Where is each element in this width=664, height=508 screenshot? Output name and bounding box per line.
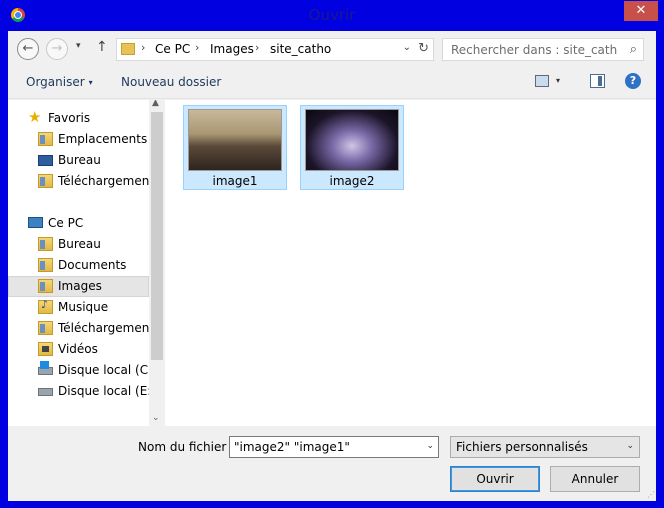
cancel-button[interactable]: Annuler xyxy=(550,466,640,492)
filetype-select[interactable]: Fichiers personnalisés ⌄ xyxy=(450,436,640,458)
sidebar-item-favorites[interactable]: ★ Favoris xyxy=(8,108,149,129)
scroll-up-icon[interactable]: ▲ xyxy=(152,100,159,108)
chevron-down-icon: ▾ xyxy=(88,78,93,87)
sidebar-item-desktop-folder[interactable]: Bureau xyxy=(8,234,149,255)
dialog-footer: Nom du fichier : ⌄ Fichiers personnalisé… xyxy=(8,426,656,501)
back-button[interactable]: ← xyxy=(17,38,39,60)
sidebar-item-drive-e[interactable]: Disque local (E:) xyxy=(8,381,149,402)
sidebar-item-desktop[interactable]: Bureau xyxy=(8,150,149,171)
sidebar-item-images[interactable]: Images xyxy=(8,276,149,297)
view-options-chevron-icon[interactable]: ▾ xyxy=(556,76,560,85)
recent-locations-button[interactable]: ▾ xyxy=(76,41,81,51)
sidebar-item-label: Vidéos xyxy=(58,342,98,356)
sidebar-item-label: Favoris xyxy=(48,111,91,125)
change-view-icon[interactable] xyxy=(535,75,549,87)
search-icon[interactable]: ⌕ xyxy=(630,42,637,57)
sidebar-item-label: Bureau xyxy=(58,153,101,167)
navigation-pane: ★ Favoris Emplacements récents Bureau Té… xyxy=(8,100,165,426)
image-thumbnail xyxy=(305,109,399,171)
documents-icon xyxy=(38,258,53,272)
file-list[interactable]: image1 image2 xyxy=(165,100,656,426)
sidebar-item-label: Téléchargements xyxy=(58,321,149,335)
computer-icon xyxy=(28,217,43,228)
file-item-image2[interactable]: image2 xyxy=(300,105,404,190)
breadcrumb-images[interactable]: Images xyxy=(210,42,254,56)
sidebar-item-music[interactable]: Musique xyxy=(8,297,149,318)
breadcrumb-separator: › xyxy=(141,41,146,54)
file-name: image1 xyxy=(212,174,258,188)
sidebar-item-label: Ce PC xyxy=(48,216,84,230)
sidebar-item-downloads-favorite[interactable]: Téléchargements xyxy=(8,171,149,192)
close-button[interactable]: ✕ xyxy=(624,1,658,21)
chevron-down-icon: ⌄ xyxy=(626,441,634,451)
address-row: ← → ▾ ↑ › Ce PC › Images › site_catho ⌄ … xyxy=(8,31,656,66)
refresh-icon[interactable]: ↻ xyxy=(418,41,429,56)
help-icon[interactable]: ? xyxy=(625,73,641,89)
address-bar[interactable]: › Ce PC › Images › site_catho ⌄ ↻ xyxy=(116,38,434,61)
desktop-folder-icon xyxy=(38,237,53,251)
address-dropdown-icon[interactable]: ⌄ xyxy=(403,42,411,53)
breadcrumb-separator: › xyxy=(255,41,260,54)
open-button[interactable]: Ouvrir xyxy=(450,466,540,492)
up-button[interactable]: ↑ xyxy=(96,39,108,55)
downloads-icon xyxy=(38,174,53,188)
sidebar-item-recent-places[interactable]: Emplacements récents xyxy=(8,129,149,150)
chevron-down-icon[interactable]: ⌄ xyxy=(426,441,434,451)
recent-places-icon xyxy=(38,132,53,146)
filetype-label: Fichiers personnalisés xyxy=(456,440,588,454)
sidebar-item-label: Musique xyxy=(58,300,109,314)
organize-button[interactable]: Organiser ▾ xyxy=(26,75,93,89)
music-icon xyxy=(38,298,53,314)
search-input[interactable] xyxy=(443,39,618,60)
organize-label: Organiser xyxy=(26,75,85,89)
pictures-icon xyxy=(38,279,53,293)
sidebar-item-label: Bureau xyxy=(58,237,101,251)
title-bar[interactable]: Ouvrir ✕ xyxy=(0,0,664,30)
preview-pane-icon[interactable] xyxy=(590,74,605,88)
drive-icon xyxy=(38,388,53,396)
sidebar-item-label: Téléchargements xyxy=(58,174,149,188)
sidebar-item-downloads[interactable]: Téléchargements xyxy=(8,318,149,339)
forward-button[interactable]: → xyxy=(46,38,68,60)
sidebar-item-drive-c[interactable]: Disque local (C:) xyxy=(8,360,149,381)
search-box[interactable]: ⌕ xyxy=(442,38,644,61)
resize-grip-icon[interactable]: ⋰ xyxy=(647,490,655,499)
star-icon: ★ xyxy=(28,108,42,126)
image-thumbnail xyxy=(188,109,282,171)
breadcrumb-ce-pc[interactable]: Ce PC xyxy=(155,42,190,56)
windows-drive-icon xyxy=(38,361,53,375)
breadcrumb-separator: › xyxy=(195,41,200,54)
new-folder-button[interactable]: Nouveau dossier xyxy=(121,75,221,89)
dialog-body: ← → ▾ ↑ › Ce PC › Images › site_catho ⌄ … xyxy=(8,31,656,501)
command-bar: Organiser ▾ Nouveau dossier ▾ ? xyxy=(8,66,656,99)
videos-icon xyxy=(38,342,53,356)
filename-input[interactable] xyxy=(230,437,420,457)
sidebar-item-label: Images xyxy=(58,279,102,293)
desktop-icon xyxy=(38,155,53,166)
sidebar-item-this-pc[interactable]: Ce PC xyxy=(8,213,149,234)
window-title: Ouvrir xyxy=(308,6,356,24)
filename-label: Nom du fichier : xyxy=(138,440,235,454)
scrollbar-thumb[interactable] xyxy=(151,112,163,360)
sidebar-item-videos[interactable]: Vidéos xyxy=(8,339,149,360)
sidebar-item-label: Disque local (C:) xyxy=(58,363,149,377)
file-item-image1[interactable]: image1 xyxy=(183,105,287,190)
sidebar-item-documents[interactable]: Documents xyxy=(8,255,149,276)
breadcrumb-site-catho[interactable]: site_catho xyxy=(270,42,331,56)
downloads-icon xyxy=(38,321,53,335)
filename-combobox[interactable]: ⌄ xyxy=(229,436,439,458)
sidebar-item-label: Documents xyxy=(58,258,127,272)
scroll-down-icon[interactable]: ⌄ xyxy=(152,413,160,423)
sidebar-item-label: Emplacements récents xyxy=(58,132,149,146)
sidebar-scrollbar[interactable]: ▲ ⌄ xyxy=(149,100,165,426)
sidebar-item-label: Disque local (E:) xyxy=(58,384,149,398)
file-name: image2 xyxy=(329,174,375,188)
folder-icon xyxy=(121,43,135,55)
open-file-dialog: Ouvrir ✕ ← → ▾ ↑ › Ce PC › Images › site… xyxy=(0,0,664,508)
